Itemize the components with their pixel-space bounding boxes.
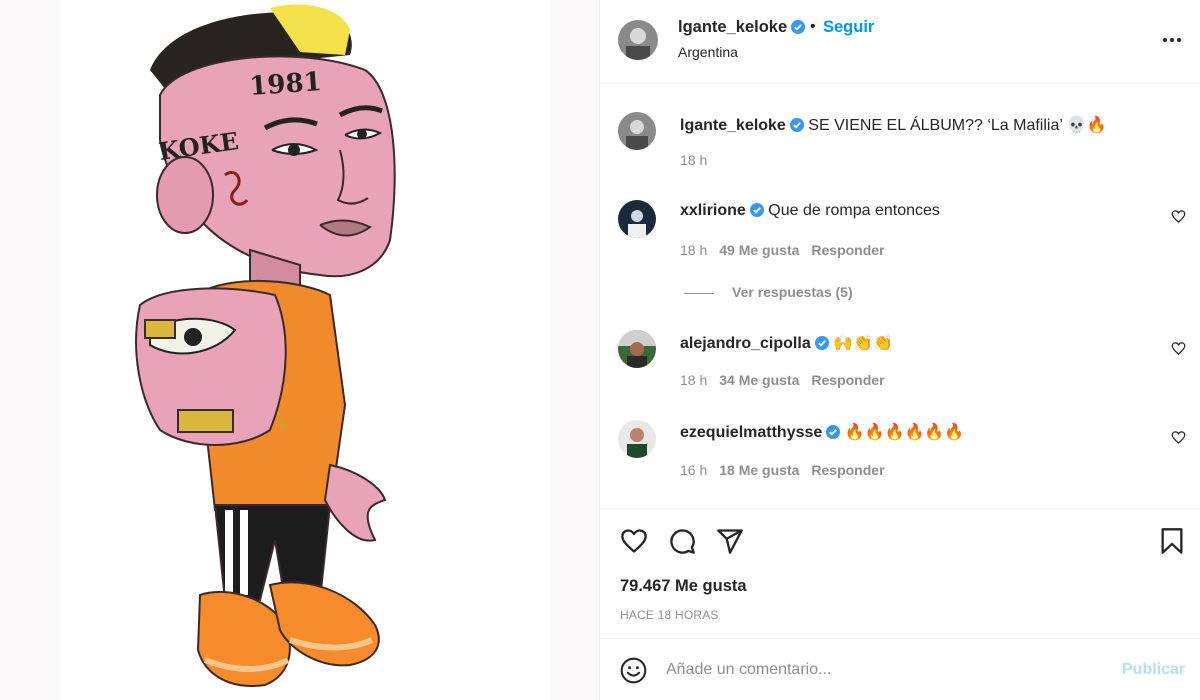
comment-meta: 18 h 34 Me gusta Responder — [680, 372, 897, 388]
view-replies-label: Ver respuestas (5) — [732, 284, 853, 300]
reply-button[interactable]: Responder — [811, 242, 884, 258]
caption-text: SE VIENE EL ÁLBUM?? ‘La Mafilia’ 💀🔥 — [808, 117, 1107, 134]
more-options-icon[interactable] — [1160, 28, 1184, 52]
verified-badge-icon — [749, 203, 764, 217]
verified-badge-icon — [814, 336, 829, 350]
emoji-icon[interactable] — [620, 657, 647, 684]
comment-likes[interactable]: 34 Me gusta — [719, 372, 799, 388]
post-header: lgante_keloke • Seguir Argentina — [600, 0, 1200, 84]
heart-icon[interactable] — [620, 527, 648, 555]
comment-username[interactable]: xxlirione — [680, 202, 746, 219]
comment-likes[interactable]: 18 Me gusta — [719, 462, 799, 478]
publish-button[interactable]: Publicar — [1122, 661, 1185, 679]
comment-time[interactable]: 18 h — [680, 242, 707, 258]
caricature-illustration: 1981 KOKE — [60, 0, 550, 700]
comment-username[interactable]: alejandro_cipolla — [680, 335, 811, 352]
comment-likes[interactable]: 49 Me gusta — [719, 242, 799, 258]
comment-avatar-alejandro[interactable] — [618, 330, 656, 368]
author-avatar[interactable] — [618, 20, 658, 60]
follow-button[interactable]: Seguir — [823, 18, 874, 37]
share-icon[interactable] — [716, 527, 744, 555]
svg-text:1981: 1981 — [248, 67, 322, 102]
header-separator: • — [810, 18, 816, 35]
comment-icon[interactable] — [668, 527, 696, 555]
comment: alejandro_cipolla 🙌👏👏 — [680, 333, 893, 353]
caption-avatar[interactable] — [618, 112, 656, 150]
comment-text: 🙌👏👏 — [833, 335, 893, 352]
caption-meta: 18 h — [680, 152, 719, 168]
post-time-ago[interactable]: HACE 18 HORAS — [620, 608, 719, 622]
verified-badge-icon — [789, 118, 804, 132]
replies-divider-line — [684, 292, 714, 294]
comment-text: 🔥🔥🔥🔥🔥🔥 — [844, 424, 965, 441]
comment-like-heart-icon[interactable] — [1171, 341, 1186, 356]
comments-section: lgante_keloke SE VIENE EL ÁLBUM?? ‘La Ma… — [600, 84, 1200, 508]
comment-username[interactable]: ezequielmatthysse — [680, 424, 822, 441]
add-comment-bar: Publicar — [600, 638, 1200, 700]
comment-text: Que de rompa entonces — [768, 202, 940, 219]
comment-avatar-ezequiel[interactable] — [618, 420, 656, 458]
post-image[interactable]: 1981 KOKE — [0, 0, 600, 700]
post-side-panel: lgante_keloke • Seguir Argentina lgante_… — [600, 0, 1200, 700]
caption: lgante_keloke SE VIENE EL ÁLBUM?? ‘La Ma… — [680, 115, 1107, 135]
caption-time[interactable]: 18 h — [680, 152, 707, 168]
comment: xxlirione Que de rompa entonces — [680, 202, 940, 220]
verified-badge-icon — [826, 425, 841, 439]
author-username-wrap: lgante_keloke — [678, 18, 806, 37]
post-actions: 79.467 Me gusta HACE 18 HORAS — [600, 508, 1200, 638]
comment-like-heart-icon[interactable] — [1171, 430, 1186, 445]
comment-meta: 18 h 49 Me gusta Responder — [680, 242, 897, 258]
view-replies-button[interactable]: Ver respuestas (5) — [684, 284, 853, 300]
comment-input[interactable] — [666, 658, 1096, 682]
reply-button[interactable]: Responder — [811, 372, 884, 388]
caption-username[interactable]: lgante_keloke — [680, 117, 786, 134]
author-username[interactable]: lgante_keloke — [678, 18, 787, 36]
comment: ezequielmatthysse 🔥🔥🔥🔥🔥🔥 — [680, 422, 964, 442]
comment-meta: 16 h 18 Me gusta Responder — [680, 462, 897, 478]
reply-button[interactable]: Responder — [811, 462, 884, 478]
verified-badge-icon — [791, 20, 806, 34]
comment-time[interactable]: 16 h — [680, 462, 707, 478]
comment-like-heart-icon[interactable] — [1171, 209, 1186, 224]
likes-count[interactable]: 79.467 Me gusta — [620, 577, 747, 596]
comment-avatar-xxlirione[interactable] — [618, 200, 656, 238]
comment-time[interactable]: 18 h — [680, 372, 707, 388]
bookmark-icon[interactable] — [1158, 527, 1186, 555]
post-location[interactable]: Argentina — [678, 44, 738, 60]
